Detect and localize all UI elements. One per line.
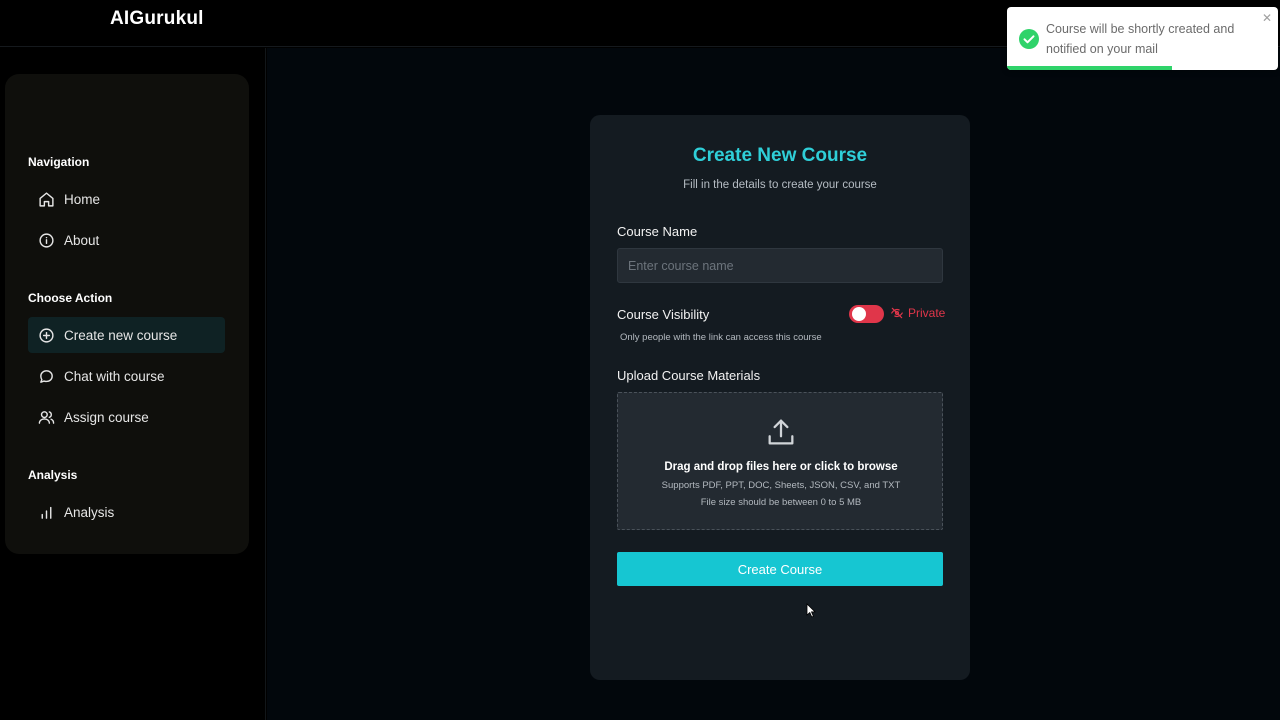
sidebar-item-label: Assign course: [64, 409, 149, 425]
sidebar-item-label: Home: [64, 191, 101, 207]
course-visibility-label: Course Visibility: [617, 307, 710, 322]
mouse-cursor-icon: [806, 603, 816, 618]
sidebar-item-label: About: [64, 232, 100, 248]
toast-progress-bar: [1007, 66, 1173, 70]
upload-label: Upload Course Materials: [617, 368, 761, 383]
brand-logo[interactable]: AIGurukul: [110, 8, 204, 30]
sidebar-item-chat-with-course[interactable]: Chat with course: [28, 358, 225, 394]
course-name-label: Course Name: [617, 224, 698, 239]
file-dropzone[interactable]: Drag and drop files here or click to bro…: [617, 392, 943, 530]
sidebar-item-label: Chat with course: [64, 368, 165, 384]
sidebar-item-analysis[interactable]: Analysis: [28, 494, 225, 530]
page-subtitle: Fill in the details to create your cours…: [683, 179, 877, 191]
sidebar-item-assign-course[interactable]: Assign course: [28, 399, 225, 435]
dropzone-size-limit: File size should be between 0 to 5 MB: [700, 497, 862, 508]
visibility-toggle[interactable]: [849, 305, 884, 323]
users-icon: [37, 408, 55, 426]
section-title-navigation: Navigation: [28, 155, 90, 169]
toggle-knob: [852, 307, 866, 321]
sidebar-item-label: Create new course: [64, 327, 178, 343]
sidebar-item-label: Analysis: [64, 504, 115, 520]
close-icon[interactable]: ✕: [1262, 11, 1272, 25]
bar-chart-icon: [37, 503, 55, 521]
dropzone-instruction: Drag and drop files here or click to bro…: [664, 461, 898, 473]
course-name-input[interactable]: [617, 248, 943, 283]
sidebar-item-home[interactable]: Home: [28, 181, 225, 217]
home-icon: [37, 190, 55, 208]
sidebar: Navigation Home About Choose Action Crea…: [5, 74, 249, 554]
plus-circle-icon: [37, 326, 55, 344]
success-toast: Course will be shortly created and notif…: [1007, 7, 1278, 70]
section-title-analysis: Analysis: [28, 468, 78, 482]
upload-icon: [768, 419, 794, 445]
dropzone-formats: Supports PDF, PPT, DOC, Sheets, JSON, CS…: [661, 480, 901, 491]
info-icon: [37, 231, 55, 249]
visibility-helper-text: Only people with the link can access thi…: [620, 332, 822, 343]
sidebar-item-create-new-course[interactable]: Create new course: [28, 317, 225, 353]
page-title: Create New Course: [692, 145, 868, 166]
create-course-button[interactable]: Create Course: [617, 552, 943, 586]
section-title-choose-action: Choose Action: [28, 291, 113, 305]
check-circle-icon: [1019, 29, 1039, 49]
eye-off-icon: [891, 307, 903, 319]
create-course-card: Create New Course Fill in the details to…: [590, 115, 970, 680]
sidebar-item-about[interactable]: About: [28, 222, 225, 258]
chat-icon: [37, 367, 55, 385]
visibility-status-text: Private: [908, 306, 946, 320]
visibility-status: Private: [890, 306, 945, 320]
toast-message: Course will be shortly created and notif…: [1046, 22, 1235, 56]
